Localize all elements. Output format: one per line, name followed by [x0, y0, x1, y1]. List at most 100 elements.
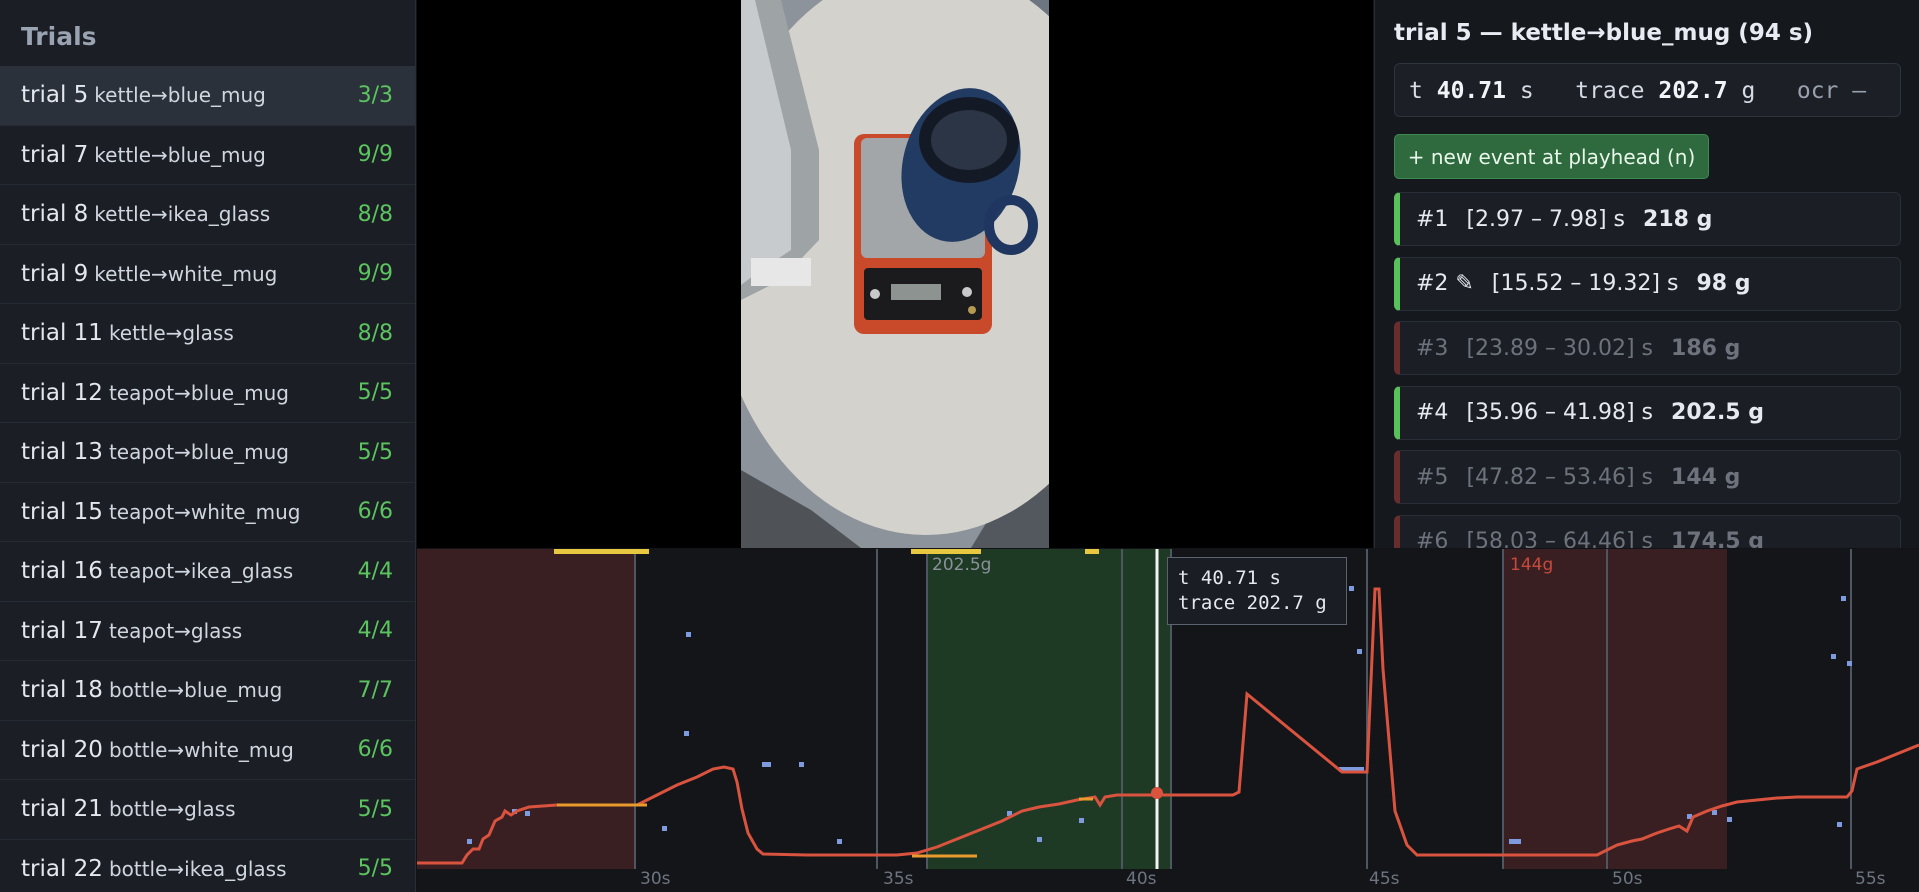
trial-count: 5/5	[357, 439, 393, 465]
rejected-region-3	[417, 549, 635, 869]
t-label: t	[1409, 78, 1423, 104]
new-event-button[interactable]: + new event at playhead (n)	[1394, 134, 1709, 179]
panel-title: trial 5 — kettle→blue_mug (94 s)	[1394, 20, 1814, 46]
trial-count: 6/6	[357, 499, 393, 525]
trial-item[interactable]: trial 17 teapot→glass 4/4	[0, 602, 415, 661]
trial-count: 5/5	[357, 380, 393, 406]
trial-route: bottle→ikea_glass	[108, 856, 287, 881]
trial-item[interactable]: trial 20 bottle→white_mug 6/6	[0, 721, 415, 780]
tick-label: 30s	[640, 869, 671, 889]
trial-item[interactable]: trial 13 teapot→blue_mug 5/5	[0, 423, 415, 483]
marker-2	[911, 549, 981, 554]
event-id: #2 ✎	[1416, 271, 1474, 296]
trial-name: trial 7	[21, 141, 89, 168]
t-value: 40.71	[1436, 78, 1506, 104]
event-id: #6	[1416, 529, 1449, 548]
event-row[interactable]: #2 ✎ [15.52 – 19.32] s 98 g	[1394, 256, 1901, 311]
tooltip-time: t 40.71 s	[1178, 567, 1281, 589]
event-range: [2.97 – 7.98] s	[1466, 206, 1626, 232]
trial-name: trial 22	[21, 855, 103, 882]
trial-name: trial 5	[21, 82, 89, 109]
weight-timeline[interactable]: 202.5g 144g t 40.71 s trace 202.7 g 30s …	[417, 549, 1919, 892]
event-range: [15.52 – 19.32] s	[1491, 271, 1679, 296]
trial-item[interactable]: trial 15 teapot→white_mug 6/6	[0, 483, 415, 542]
trial-name: trial 15	[21, 498, 103, 525]
trial-item[interactable]: trial 9 kettle→white_mug 9/9	[0, 245, 415, 304]
region-label-rejected: 144g	[1510, 555, 1554, 575]
trial-item[interactable]: trial 11 kettle→glass 8/8	[0, 304, 415, 364]
accepted-region-4	[927, 549, 1171, 869]
trial-item[interactable]: trial 12 teapot→blue_mug 5/5	[0, 364, 415, 423]
trial-name: trial 17	[21, 617, 103, 644]
event-id: #3	[1416, 335, 1449, 361]
trial-route: kettle→ikea_glass	[94, 202, 271, 227]
trial-item[interactable]: trial 21 bottle→glass 5/5	[0, 780, 415, 840]
event-id: #5	[1416, 464, 1449, 490]
trial-route: teapot→white_mug	[108, 499, 301, 524]
marker-3	[1085, 549, 1099, 554]
trial-name: trial 12	[21, 379, 103, 406]
trial-name: trial 8	[21, 201, 89, 228]
tooltip-trace: trace 202.7 g	[1178, 592, 1327, 614]
event-row[interactable]: #1 [2.97 – 7.98] s 218 g	[1394, 192, 1901, 246]
trace-label: trace	[1575, 78, 1645, 104]
trial-route: bottle→glass	[108, 797, 236, 822]
annotation-app: Trials trial 5 kettle→blue_mug 3/3 trial 7k…	[0, 0, 1919, 892]
trial-name: trial 13	[21, 439, 103, 466]
trial-route: kettle→white_mug	[94, 261, 278, 286]
trial-count: 6/6	[357, 737, 393, 763]
trial-count: 9/9	[357, 142, 393, 168]
playhead-readout: t 40.71 s trace 202.7 g ocr –	[1394, 63, 1901, 117]
trial-route: kettle→blue_mug	[94, 83, 266, 108]
trial-count: 5/5	[357, 856, 393, 882]
trial-route: bottle→white_mug	[108, 737, 294, 762]
ocr-label: ocr	[1796, 78, 1839, 104]
trial-route: kettle→glass	[108, 321, 234, 346]
trial-name: trial 16	[21, 558, 103, 585]
trial-item[interactable]: trial 7 kettle→blue_mug 9/9	[0, 126, 415, 185]
trial-count: 7/7	[357, 677, 393, 703]
event-row[interactable]: #4 [35.96 – 41.98] s 202.5 g	[1394, 385, 1901, 440]
trial-item[interactable]: trial 16 teapot→ikea_glass 4/4	[0, 542, 415, 602]
trial-route: teapot→blue_mug	[108, 440, 289, 465]
trial-route: teapot→glass	[108, 618, 243, 643]
trial-route: teapot→ikea_glass	[108, 559, 294, 584]
tick-label: 35s	[883, 869, 914, 889]
video-frame[interactable]	[741, 0, 1049, 548]
playhead-tooltip: t 40.71 s trace 202.7 g	[1167, 557, 1347, 625]
tick-label: 45s	[1369, 869, 1400, 889]
trial-detail-panel: trial 5 — kettle→blue_mug (94 s) t 40.71…	[1374, 0, 1919, 548]
trial-route: teapot→blue_mug	[108, 380, 289, 405]
trial-item[interactable]: trial 18 bottle→blue_mug 7/7	[0, 661, 415, 721]
event-grams: 218 g	[1643, 206, 1713, 232]
trial-item[interactable]: trial 22 bottle→ikea_glass 5/5	[0, 840, 415, 892]
trial-name: trial 21	[21, 796, 103, 823]
trial-name: trial 20	[21, 736, 103, 763]
video-player[interactable]	[417, 0, 1373, 548]
trial-count: 4/4	[357, 558, 393, 584]
trial-count: 3/3	[357, 82, 393, 108]
tick-label: 40s	[1126, 869, 1157, 889]
region-label-accepted: 202.5g	[932, 555, 992, 575]
tick-label: 55s	[1855, 869, 1886, 889]
trial-count: 9/9	[357, 261, 393, 287]
trial-item[interactable]: trial 5 kettle→blue_mug 3/3	[0, 66, 415, 126]
event-range: [35.96 – 41.98] s	[1466, 400, 1654, 425]
event-row[interactable]: #5 [47.82 – 53.46] s 144 g	[1394, 450, 1901, 504]
event-grams: 202.5 g	[1671, 400, 1765, 425]
event-grams: 174.5 g	[1671, 529, 1765, 548]
trace-value: 202.7	[1658, 78, 1728, 104]
event-row[interactable]: #6 [58.03 – 64.46] s 174.5 g	[1394, 514, 1901, 548]
event-row[interactable]: #3 [23.89 – 30.02] s 186 g	[1394, 321, 1901, 375]
event-range: [47.82 – 53.46] s	[1466, 464, 1654, 490]
sidebar-title: Trials	[21, 22, 97, 51]
trial-list: trial 5 kettle→blue_mug 3/3 trial 7 kettle→b…	[0, 66, 415, 892]
event-grams: 98 g	[1696, 271, 1751, 296]
trial-name: trial 11	[21, 320, 103, 347]
tick-label: 50s	[1612, 869, 1643, 889]
event-range: [23.89 – 30.02] s	[1466, 335, 1654, 361]
event-id: #1	[1416, 206, 1449, 232]
trace-unit: g	[1741, 78, 1756, 104]
trial-item[interactable]: trial 8 kettle→ikea_glass 8/8	[0, 185, 415, 245]
t-unit: s	[1519, 78, 1534, 104]
